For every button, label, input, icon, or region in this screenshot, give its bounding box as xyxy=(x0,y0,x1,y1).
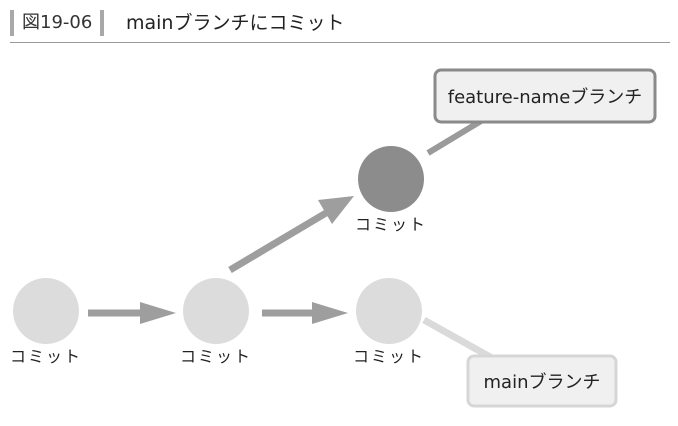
commit-2: コミット xyxy=(180,278,252,366)
commit-label: コミット xyxy=(353,347,425,366)
commit-node xyxy=(183,278,249,344)
feature-branch-label: feature-nameブランチ xyxy=(448,86,643,108)
commit-main-head: コミット xyxy=(353,278,425,366)
commit-1: コミット xyxy=(10,278,82,366)
main-branch-box: mainブランチ xyxy=(466,354,618,408)
main-branch-label: mainブランチ xyxy=(484,371,601,393)
commit-label: コミット xyxy=(180,347,252,366)
feature-branch-box: feature-nameブランチ xyxy=(433,68,657,124)
arrow-commit1-to-commit2 xyxy=(88,302,176,324)
commit-node xyxy=(358,146,424,212)
commit-graph: コミット コミット コミット コミット feature-nameブランチ mai… xyxy=(10,68,657,408)
commit-label: コミット xyxy=(10,347,82,366)
arrow-commit2-to-feature-commit xyxy=(228,196,354,274)
commit-node xyxy=(356,278,422,344)
commit-node xyxy=(13,278,79,344)
commit-label: コミット xyxy=(355,215,427,234)
arrow-commit2-to-commit3 xyxy=(262,302,348,324)
commit-feature-head: コミット xyxy=(355,146,427,234)
main-branch-connector xyxy=(422,316,494,362)
